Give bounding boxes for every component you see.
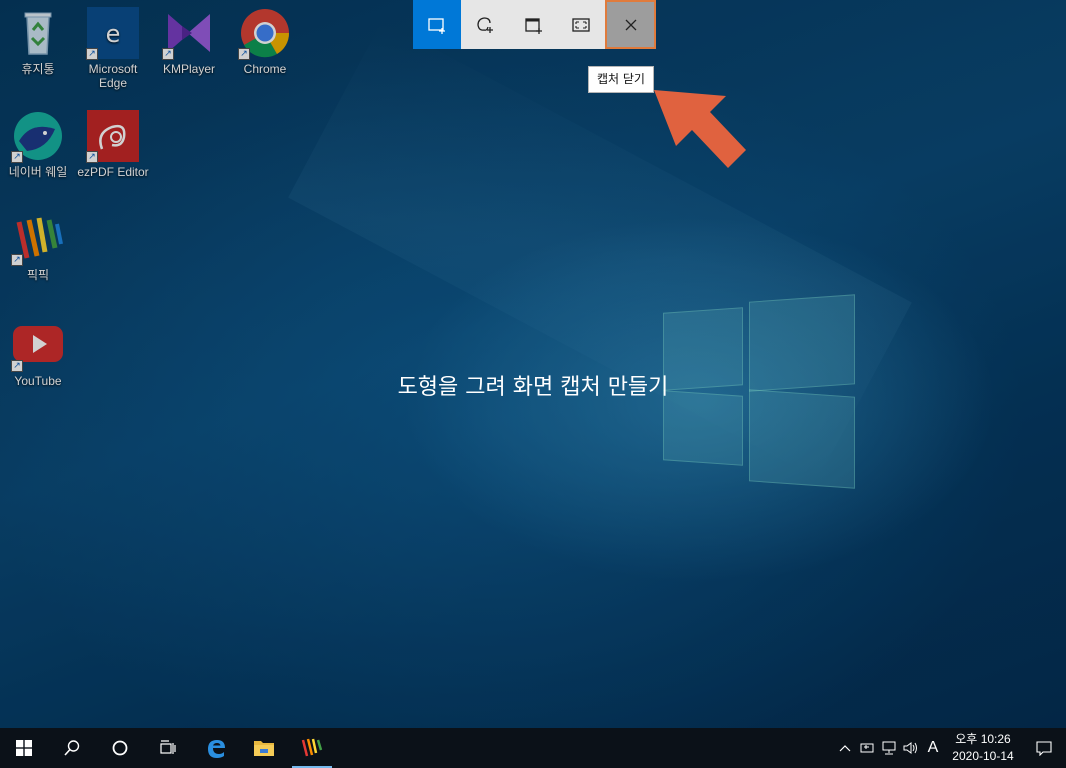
system-tray: A 오후 10:26 2020-10-14 <box>834 728 1066 768</box>
cortana-button[interactable] <box>96 728 144 768</box>
snip-toolbar <box>413 0 656 49</box>
fullscreen-snip-button[interactable] <box>557 0 605 49</box>
battery-tray-button[interactable] <box>856 728 878 768</box>
search-icon <box>64 740 80 756</box>
clock-period: 오후 <box>955 732 978 746</box>
edge-icon <box>208 740 225 758</box>
cortana-icon <box>112 740 128 756</box>
taskbar-picpick-button[interactable] <box>288 728 336 768</box>
taskbar-clock[interactable]: 오후 10:26 2020-10-14 <box>944 731 1022 765</box>
volume-icon <box>903 742 917 754</box>
freeform-snip-icon <box>477 16 493 33</box>
task-view-button[interactable] <box>144 728 192 768</box>
notification-icon <box>1036 741 1052 756</box>
search-button[interactable] <box>48 728 96 768</box>
network-icon <box>882 741 896 755</box>
action-center-button[interactable] <box>1022 728 1066 768</box>
network-tray-button[interactable] <box>878 728 900 768</box>
power-plug-icon <box>860 743 874 753</box>
taskbar-edge-button[interactable] <box>192 728 240 768</box>
taskbar: A 오후 10:26 2020-10-14 <box>0 728 1066 768</box>
task-view-icon <box>160 740 176 754</box>
volume-tray-button[interactable] <box>900 728 922 768</box>
fullscreen-snip-icon <box>572 17 590 32</box>
close-snip-tooltip: 캡처 닫기 <box>588 66 654 93</box>
snip-instruction-text: 도형을 그려 화면 캡처 만들기 <box>397 375 669 400</box>
chevron-up-icon <box>839 745 851 752</box>
close-snip-button[interactable] <box>605 0 656 49</box>
picpick-icon <box>301 738 323 757</box>
window-snip-icon <box>525 17 542 34</box>
start-icon <box>16 740 32 756</box>
snip-dim-overlay <box>0 0 1066 728</box>
taskbar-file-explorer-button[interactable] <box>240 728 288 768</box>
clock-time-value: 10:26 <box>980 732 1011 746</box>
start-button[interactable] <box>0 728 48 768</box>
window-snip-button[interactable] <box>509 0 557 49</box>
arrow-pointer-icon <box>654 90 746 168</box>
show-hidden-icons-button[interactable] <box>834 728 856 768</box>
rectangle-snip-icon <box>428 17 445 34</box>
close-icon <box>625 19 636 30</box>
file-explorer-icon <box>254 741 274 756</box>
desktop-wallpaper: 휴지통 e ↗ Microsoft Edge ↗ KMPlayer ↗ Chro… <box>0 0 1066 728</box>
ime-indicator[interactable]: A <box>922 728 944 768</box>
rectangular-snip-button[interactable] <box>413 0 461 49</box>
clock-date: 2020-10-14 <box>952 749 1014 763</box>
clock-time: 오후 10:26 <box>944 731 1022 748</box>
freeform-snip-button[interactable] <box>461 0 509 49</box>
